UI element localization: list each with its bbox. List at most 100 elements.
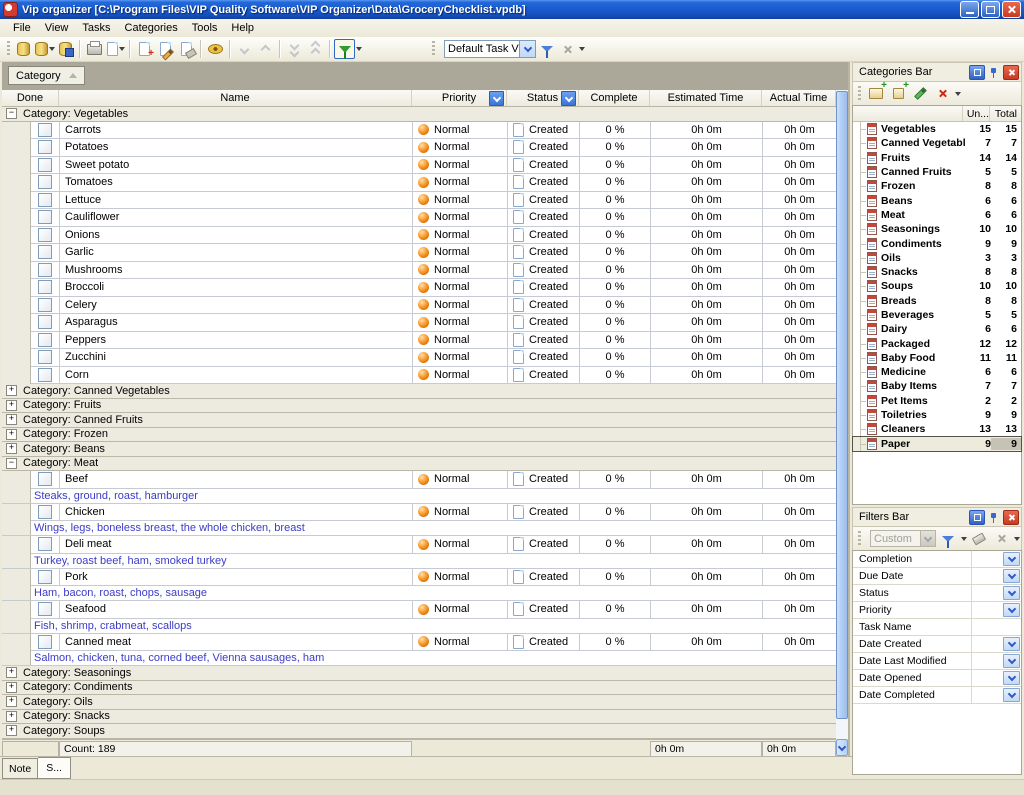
menu-item-help[interactable]: Help [224,21,261,35]
done-checkbox[interactable] [38,245,52,259]
done-checkbox[interactable] [38,368,52,382]
toolbar-grip[interactable] [432,41,435,57]
clear-filter-button[interactable] [969,530,989,548]
category-item[interactable]: Beans66 [853,193,1021,207]
menu-item-tasks[interactable]: Tasks [75,21,117,35]
expander-icon[interactable]: + [6,385,17,396]
toolbar-grip[interactable] [7,41,10,57]
filter-dropdown-button[interactable] [1003,688,1020,702]
filter-preset-combo[interactable]: Custom [870,530,936,547]
done-checkbox[interactable] [38,280,52,294]
total-column-header[interactable]: Total [989,106,1021,121]
category-group-row[interactable]: +Category: Snacks [2,710,848,725]
move-up-button[interactable] [255,39,276,59]
done-checkbox[interactable] [38,158,52,172]
category-group-row[interactable]: +Category: Seasonings [2,666,848,681]
panel-menu-button[interactable] [969,65,985,80]
new-database-button[interactable] [13,39,34,59]
category-item[interactable]: Baby Food1111 [853,351,1021,365]
category-item[interactable]: Frozen88 [853,179,1021,193]
table-row[interactable]: BroccoliNormalCreated0 %0h 0m0h 0m [2,279,848,297]
scrollbar-thumb[interactable] [836,91,848,719]
table-row[interactable]: PotatoesNormalCreated0 %0h 0m0h 0m [2,139,848,157]
category-group-row[interactable]: −Category: Meat [2,457,848,472]
expander-icon[interactable]: − [6,108,17,119]
categories-close-button[interactable] [1003,65,1019,80]
filter-dropdown-button[interactable] [1003,654,1020,668]
category-item[interactable]: Beverages55 [853,308,1021,322]
scrollbar-down-button[interactable] [836,739,848,756]
close-button[interactable] [1002,1,1021,18]
menu-item-file[interactable]: File [6,21,38,35]
save-database-button[interactable] [55,39,76,59]
task-view-combo[interactable]: Default Task View [444,40,536,58]
table-row[interactable]: LettuceNormalCreated0 %0h 0m0h 0m [2,192,848,210]
table-row[interactable]: AsparagusNormalCreated0 %0h 0m0h 0m [2,314,848,332]
move-bottom-button[interactable] [284,39,305,59]
table-row[interactable]: PeppersNormalCreated0 %0h 0m0h 0m [2,332,848,350]
column-header-name[interactable]: Name [59,90,412,106]
panel-menu-button[interactable] [969,510,985,525]
menu-item-categories[interactable]: Categories [118,21,185,35]
column-header-priority[interactable]: Priority [412,90,507,106]
category-item[interactable]: Breads88 [853,294,1021,308]
category-item[interactable]: Seasonings1010 [853,222,1021,236]
expander-icon[interactable]: + [6,725,17,736]
combo-dropdown-button[interactable] [920,531,935,546]
table-row[interactable]: Sweet potatoNormalCreated0 %0h 0m0h 0m [2,157,848,175]
category-item[interactable]: Condiments99 [853,236,1021,250]
done-checkbox[interactable] [38,570,52,584]
category-item[interactable]: Baby Items77 [853,379,1021,393]
category-item[interactable]: Oils33 [853,251,1021,265]
column-header-actual-time[interactable]: Actual Time [762,90,836,106]
done-checkbox[interactable] [38,350,52,364]
reset-view-button[interactable] [557,39,578,59]
panel-splitter[interactable] [848,62,850,756]
view-notes-button[interactable] [205,39,226,59]
table-row[interactable]: CeleryNormalCreated0 %0h 0m0h 0m [2,297,848,315]
tab-s[interactable]: S... [38,757,71,779]
done-checkbox[interactable] [38,333,52,347]
table-row[interactable]: GarlicNormalCreated0 %0h 0m0h 0m [2,244,848,262]
category-item[interactable]: Canned Fruits55 [853,165,1021,179]
done-checkbox[interactable] [38,505,52,519]
expander-icon[interactable]: + [6,682,17,693]
expander-icon[interactable]: + [6,443,17,454]
uncompleted-column-header[interactable]: Un... [962,106,989,121]
done-checkbox[interactable] [38,602,52,616]
expander-icon[interactable]: + [6,400,17,411]
category-item[interactable]: Cleaners1313 [853,422,1021,436]
new-category-button[interactable]: + [866,85,886,103]
category-item-selected[interactable]: Paper99 [853,437,1021,451]
menu-item-tools[interactable]: Tools [185,21,225,35]
print-preview-button[interactable] [105,39,126,59]
done-checkbox[interactable] [38,263,52,277]
combo-dropdown-button[interactable] [519,41,535,57]
table-row[interactable]: BeefNormalCreated0 %0h 0m0h 0m [2,471,848,489]
pin-icon[interactable] [987,66,1001,79]
edit-task-button[interactable] [155,39,176,59]
table-row[interactable]: SeafoodNormalCreated0 %0h 0m0h 0m [2,601,848,619]
category-item[interactable]: Toiletries99 [853,408,1021,422]
category-item[interactable]: Medicine66 [853,365,1021,379]
table-row[interactable]: TomatoesNormalCreated0 %0h 0m0h 0m [2,174,848,192]
apply-view-button[interactable] [536,39,557,59]
column-header-complete[interactable]: Complete [579,90,650,106]
done-checkbox[interactable] [38,537,52,551]
category-item[interactable]: Vegetables1515 [853,122,1021,136]
done-checkbox[interactable] [38,315,52,329]
move-top-button[interactable] [305,39,326,59]
filter-dropdown-button[interactable] [1003,603,1020,617]
table-row[interactable]: MushroomsNormalCreated0 %0h 0m0h 0m [2,262,848,280]
print-button[interactable] [84,39,105,59]
done-checkbox[interactable] [38,298,52,312]
category-group-row[interactable]: +Category: Canned Fruits [2,413,848,428]
filter-dropdown-icon[interactable] [961,537,967,541]
group-by-category-button[interactable]: Category [8,66,85,85]
column-header-done[interactable]: Done [2,90,59,106]
table-row[interactable]: CarrotsNormalCreated0 %0h 0m0h 0m [2,122,848,140]
category-group-row[interactable]: +Category: Soups [2,724,848,739]
done-checkbox[interactable] [38,472,52,486]
expander-icon[interactable]: + [6,711,17,722]
move-down-button[interactable] [234,39,255,59]
